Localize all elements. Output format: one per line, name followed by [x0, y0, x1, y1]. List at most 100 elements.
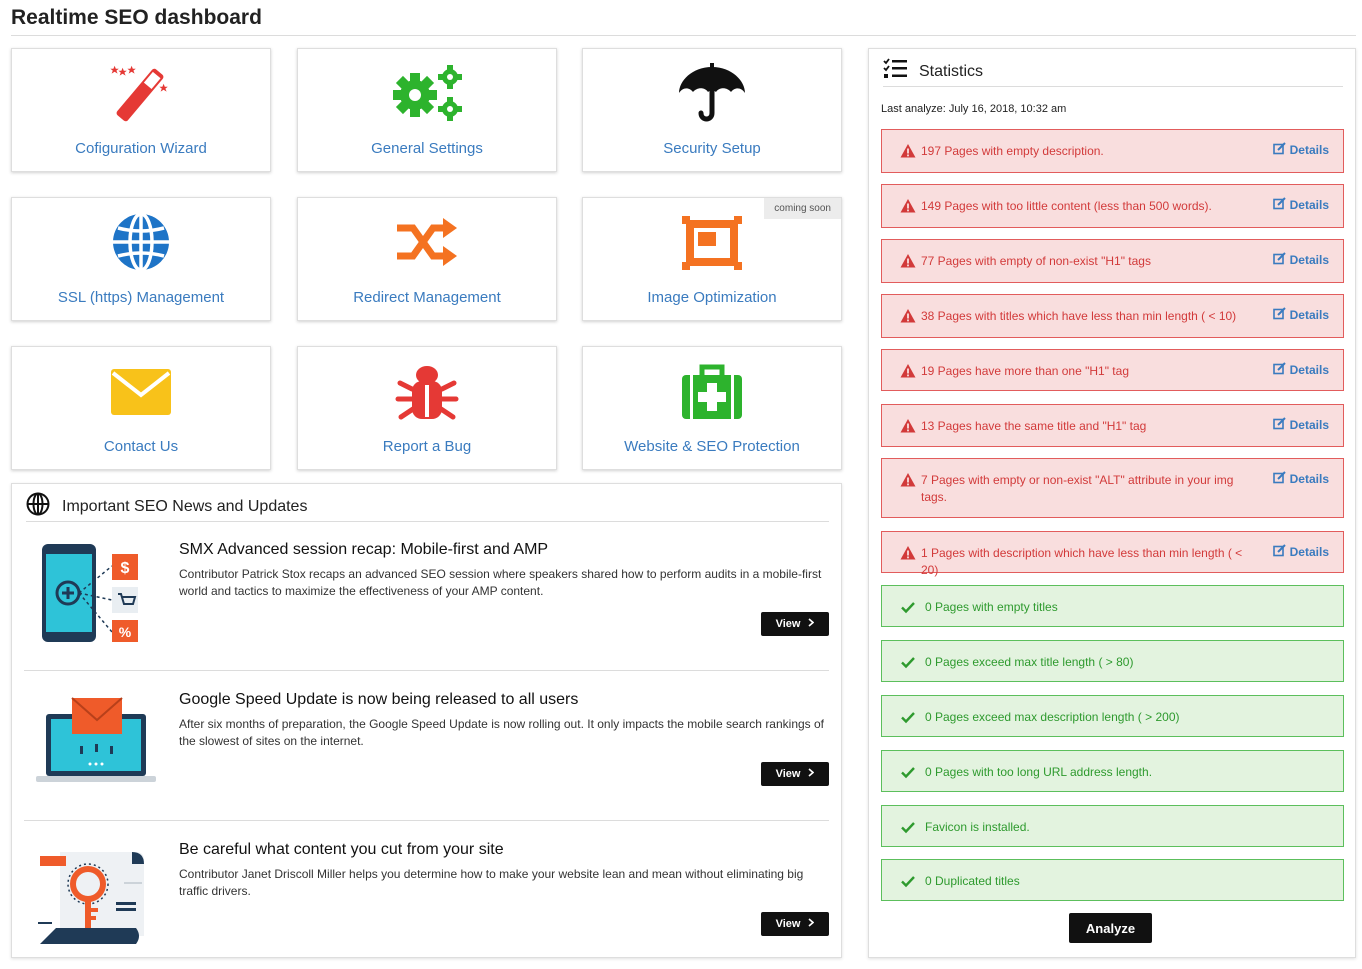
- email-laptop-illustration: [32, 686, 162, 796]
- stat-text: 197 Pages with empty description.: [921, 144, 1104, 158]
- edit-icon: [1272, 362, 1286, 378]
- tile-label: SSL (https) Management: [57, 289, 225, 306]
- stat-text: 0 Pages exceed max title length ( > 80): [925, 655, 1134, 669]
- stat-success-row: 0 Pages with empty titles: [881, 585, 1344, 627]
- stat-success-row: 0 Duplicated titles: [881, 859, 1344, 901]
- news-item: Be careful what content you cut from you…: [24, 822, 829, 969]
- analyze-button[interactable]: Analyze: [1069, 913, 1152, 943]
- tile-general-settings[interactable]: General Settings: [297, 48, 557, 172]
- details-label: Details: [1289, 198, 1329, 212]
- details-link[interactable]: Details: [1272, 417, 1329, 433]
- globe-icon: [26, 492, 50, 521]
- tile-configuration-wizard[interactable]: Cofiguration Wizard: [11, 48, 271, 172]
- key-document-illustration: [32, 836, 162, 946]
- news-divider: [24, 670, 829, 671]
- stat-text: 19 Pages have more than one "H1" tag: [921, 364, 1129, 378]
- stat-text: 0 Pages exceed max description length ( …: [925, 710, 1180, 724]
- edit-icon: [1272, 471, 1286, 487]
- news-headline[interactable]: Be careful what content you cut from you…: [179, 841, 504, 859]
- tile-security-setup[interactable]: Security Setup: [582, 48, 842, 172]
- title-divider: [11, 35, 1356, 36]
- view-label: View: [775, 918, 801, 930]
- tile-report-bug[interactable]: Report a Bug: [297, 346, 557, 470]
- view-button[interactable]: View: [761, 612, 829, 636]
- stat-warning-row: 38 Pages with titles which have less tha…: [881, 294, 1344, 338]
- warning-icon: [900, 143, 916, 159]
- view-label: View: [775, 618, 801, 630]
- stat-text: Favicon is installed.: [925, 820, 1030, 834]
- tile-image-optimization[interactable]: coming soon Image Optimization: [582, 197, 842, 321]
- news-headline[interactable]: SMX Advanced session recap: Mobile-first…: [179, 541, 548, 559]
- details-label: Details: [1289, 308, 1329, 322]
- stat-success-row: 0 Pages exceed max title length ( > 80): [881, 640, 1344, 682]
- tile-label: Image Optimization: [647, 289, 777, 306]
- shuffle-icon: [298, 210, 556, 274]
- details-link[interactable]: Details: [1272, 142, 1329, 158]
- tile-label: Security Setup: [663, 140, 761, 157]
- warning-icon: [900, 253, 916, 269]
- image-crop-icon: [583, 210, 841, 274]
- page-title: Realtime SEO dashboard: [11, 6, 262, 29]
- tile-label: Website & SEO Protection: [624, 438, 800, 455]
- details-label: Details: [1289, 253, 1329, 267]
- edit-icon: [1272, 307, 1286, 323]
- stat-text: 1 Pages with description which have less…: [921, 546, 1243, 577]
- mobile-marketing-illustration: $ %: [32, 536, 162, 646]
- chevron-right-icon: [808, 768, 815, 780]
- medkit-icon: [583, 359, 841, 423]
- tile-website-seo-protection[interactable]: Website & SEO Protection: [582, 346, 842, 470]
- statistics-panel: Statistics Last analyze: July 16, 2018, …: [868, 48, 1356, 958]
- stat-warning-row: 7 Pages with empty or non-exist "ALT" at…: [881, 458, 1344, 518]
- globe-icon: [12, 210, 270, 274]
- warning-icon: [900, 418, 916, 434]
- edit-icon: [1272, 142, 1286, 158]
- news-header: Important SEO News and Updates: [26, 492, 829, 522]
- view-button[interactable]: View: [761, 762, 829, 786]
- tile-label: Report a Bug: [382, 438, 472, 455]
- stat-text: 77 Pages with empty of non-exist "H1" ta…: [921, 254, 1151, 268]
- tile-ssl-management[interactable]: SSL (https) Management: [11, 197, 271, 321]
- chevron-right-icon: [808, 918, 815, 930]
- details-link[interactable]: Details: [1272, 362, 1329, 378]
- details-link[interactable]: Details: [1272, 252, 1329, 268]
- check-icon: [900, 599, 916, 615]
- details-link[interactable]: Details: [1272, 471, 1329, 487]
- magic-wand-icon: [12, 61, 270, 125]
- details-label: Details: [1289, 143, 1329, 157]
- statistics-header: Statistics: [883, 57, 1343, 87]
- tile-redirect-management[interactable]: Redirect Management: [297, 197, 557, 321]
- stat-warning-row: 149 Pages with too little content (less …: [881, 184, 1344, 228]
- edit-icon: [1272, 417, 1286, 433]
- news-item: Google Speed Update is now being release…: [24, 672, 829, 822]
- stat-text: 38 Pages with titles which have less tha…: [921, 309, 1237, 323]
- stat-warning-row: 19 Pages have more than one "H1" tag Deta…: [881, 349, 1344, 391]
- news-summary: After six months of preparation, the Goo…: [179, 717, 825, 748]
- stat-success-row: Favicon is installed.: [881, 805, 1344, 847]
- details-link[interactable]: Details: [1272, 544, 1329, 560]
- svg-text:$: $: [121, 560, 130, 577]
- news-headline[interactable]: Google Speed Update is now being release…: [179, 691, 578, 709]
- tile-contact-us[interactable]: Contact Us: [11, 346, 271, 470]
- tile-label: Redirect Management: [353, 289, 501, 306]
- stat-text: 0 Duplicated titles: [925, 874, 1020, 888]
- edit-icon: [1272, 197, 1286, 213]
- details-label: Details: [1289, 472, 1329, 486]
- tile-label: General Settings: [371, 140, 483, 157]
- check-icon: [900, 709, 916, 725]
- view-button[interactable]: View: [761, 912, 829, 936]
- stat-warning-row: 77 Pages with empty of non-exist "H1" ta…: [881, 239, 1344, 283]
- task-list-icon: [883, 58, 907, 85]
- news-summary: Contributor Janet Driscoll Miller helps …: [179, 867, 804, 898]
- stat-warning-row: 1 Pages with description which have less…: [881, 531, 1344, 577]
- seo-news-panel: Important SEO News and Updates $ % SMX A…: [11, 483, 842, 958]
- edit-icon: [1272, 252, 1286, 268]
- view-label: View: [775, 768, 801, 780]
- tile-label: Contact Us: [103, 438, 179, 455]
- stat-text: 0 Pages with empty titles: [925, 600, 1058, 614]
- details-link[interactable]: Details: [1272, 307, 1329, 323]
- details-label: Details: [1289, 418, 1329, 432]
- details-link[interactable]: Details: [1272, 197, 1329, 213]
- news-title: Important SEO News and Updates: [62, 497, 308, 515]
- check-icon: [900, 764, 916, 780]
- news-divider: [24, 820, 829, 821]
